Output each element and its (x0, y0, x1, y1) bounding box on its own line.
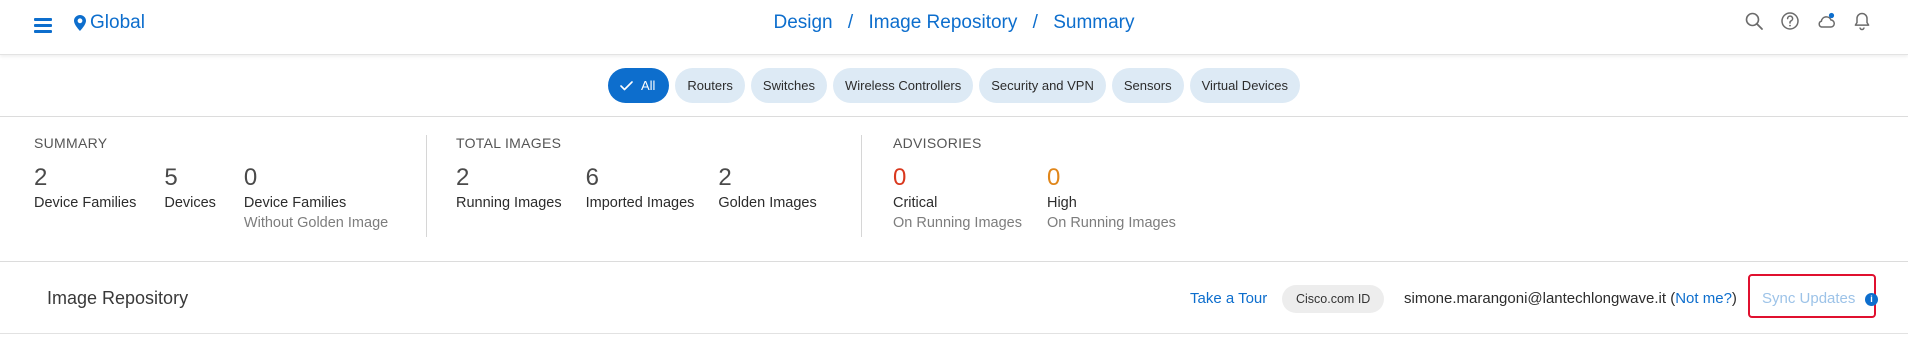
stat-running-images[interactable]: 2 Running Images (456, 163, 562, 211)
stat-devices[interactable]: 5 Devices (164, 163, 216, 231)
breadcrumb-image-repository[interactable]: Image Repository (868, 12, 1017, 33)
filter-virtual-devices[interactable]: Virtual Devices (1189, 68, 1301, 103)
breadcrumb-design[interactable]: Design (773, 12, 832, 33)
stat-families-without-golden[interactable]: 0 Device Families Without Golden Image (244, 163, 388, 231)
top-icons (1744, 11, 1872, 31)
search-icon[interactable] (1744, 11, 1764, 31)
stat-value: 2 (34, 164, 48, 191)
stat-label: Critical (893, 195, 938, 211)
stat-device-families[interactable]: 2 Device Families (34, 163, 136, 231)
summary-group: SUMMARY 2 Device Families 5 Devices 0 De… (34, 135, 406, 231)
cisco-id-badge: Cisco.com ID (1282, 285, 1385, 313)
stat-value: 2 (456, 164, 470, 191)
breadcrumb-separator: / (1032, 12, 1038, 33)
not-me-link[interactable]: Not me? (1675, 290, 1732, 307)
stat-label: Device Families (34, 195, 137, 211)
group-title: SUMMARY (34, 135, 108, 151)
group-title: ADVISORIES (893, 135, 982, 151)
filter-wireless-controllers[interactable]: Wireless Controllers (832, 68, 974, 103)
help-icon[interactable] (1780, 11, 1800, 31)
divider (0, 333, 1908, 334)
section-title: Image Repository (47, 288, 189, 308)
device-type-filters: All Routers Switches Wireless Controller… (0, 68, 1908, 103)
filter-all[interactable]: All (607, 68, 670, 103)
sync-updates-button[interactable]: Sync Updates (1762, 290, 1855, 307)
stat-label: Device Families (243, 195, 347, 211)
menu-icon[interactable] (32, 14, 54, 36)
filter-label: Switches (762, 78, 815, 93)
stat-label: Golden Images (718, 195, 817, 211)
stat-label: Running Images (456, 195, 562, 211)
stat-sublabel: On Running Images (1046, 215, 1176, 231)
filter-routers[interactable]: Routers (675, 68, 745, 103)
breadcrumb: Design / Image Repository / Summary (0, 12, 1908, 34)
stat-value: 0 (893, 164, 907, 191)
stat-high[interactable]: 0 High On Running Images (1047, 163, 1176, 231)
filter-label: Virtual Devices (1201, 78, 1289, 93)
location-label: Global (90, 12, 145, 33)
divider (0, 261, 1908, 262)
advisories-group: ADVISORIES 0 Critical On Running Images … (893, 135, 1194, 231)
check-icon (620, 80, 633, 90)
group-title: TOTAL IMAGES (456, 135, 562, 151)
stat-label: Devices (164, 195, 216, 211)
info-icon[interactable]: i (1865, 293, 1878, 306)
stat-value: 0 (243, 164, 258, 191)
filter-sensors[interactable]: Sensors (1111, 68, 1184, 103)
summary-panel: SUMMARY 2 Device Families 5 Devices 0 De… (0, 117, 1908, 261)
stat-sublabel: Without Golden Image (243, 215, 389, 231)
stat-imported-images[interactable]: 6 Imported Images (586, 163, 695, 211)
location-selector[interactable]: Global (74, 12, 145, 34)
stat-critical[interactable]: 0 Critical On Running Images (893, 163, 1022, 231)
stat-label: Imported Images (585, 195, 695, 211)
stat-label: High (1046, 195, 1077, 211)
sync-updates-highlight: Sync Updates i (1748, 274, 1878, 318)
stat-value: 2 (718, 164, 732, 191)
stat-sublabel: On Running Images (893, 215, 1022, 231)
paren-close: ) (1731, 290, 1737, 307)
filter-label: Wireless Controllers (844, 78, 962, 93)
top-bar: Global Design / Image Repository / Summa… (0, 0, 1908, 55)
stat-value: 6 (585, 164, 599, 191)
stat-value: 5 (164, 164, 178, 191)
user-email: simone.marangoni@lantechlongwave.it (1404, 290, 1667, 307)
filter-label: Routers (687, 78, 733, 93)
filter-switches[interactable]: Switches (750, 68, 827, 103)
filter-label: All (640, 78, 656, 93)
stat-value: 0 (1046, 164, 1061, 191)
breadcrumb-separator: / (847, 12, 854, 33)
bell-icon[interactable] (1852, 11, 1872, 31)
take-a-tour-link[interactable]: Take a Tour (1190, 290, 1267, 307)
filter-label: Sensors (1123, 78, 1172, 93)
user-account: simone.marangoni@lantechlongwave.it (Not… (1404, 290, 1737, 307)
divider (426, 135, 427, 237)
total-images-group: TOTAL IMAGES 2 Running Images 6 Imported… (456, 135, 835, 211)
breadcrumb-summary: Summary (1053, 12, 1135, 33)
location-pin-icon (74, 15, 86, 31)
divider (861, 135, 862, 237)
filter-security-and-vpn[interactable]: Security and VPN (979, 68, 1106, 103)
stat-golden-images[interactable]: 2 Golden Images (718, 163, 816, 211)
cloud-icon[interactable] (1816, 11, 1836, 31)
filter-label: Security and VPN (991, 78, 1094, 93)
